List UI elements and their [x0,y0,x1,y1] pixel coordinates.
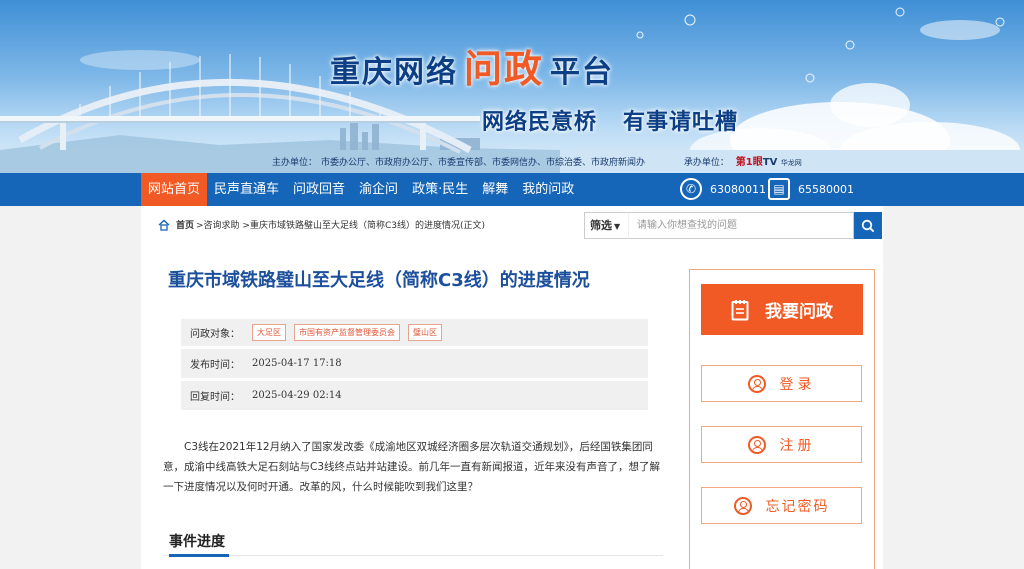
main-nav: 网站首页 民声直通车 问政回音 渝企问 政策·民生 解舞 我的问政 ✆ 6308… [0,173,1024,206]
target-tag[interactable]: 璧山区 [408,324,442,341]
targets-list: 大足区 市国有资产监督管理委员会 璧山区 [252,324,450,341]
logo-part-1: 第1眼 [735,157,763,168]
breadcrumb: 首页 >咨询求助 >重庆市域铁路璧山至大足线（简称C3线）的进度情况(正文) [158,218,485,231]
hotline-2: ▤ 65580001 [768,178,854,200]
user-icon [747,435,766,454]
site-title-highlight: 问政 [464,47,545,91]
reply-time: 2025-04-29 02:14 [252,390,342,401]
site-title-part2: 平台 [550,55,615,90]
nav-item-policy[interactable]: 政策·民生 [405,173,475,206]
breadcrumb-path: >咨询求助 >重庆市域铁路璧山至大足线（简称C3线）的进度情况(正文) [196,221,485,231]
user-icon [747,374,766,393]
nav-item-enterprise[interactable]: 渝企问 [352,173,405,206]
slogan-2: 有事请吐槽 [623,110,739,135]
forgot-password-button[interactable]: 忘记密码 [701,487,862,524]
logo-part-3: 华龙网 [780,159,802,167]
nav-item-explain[interactable]: 解舞 [475,173,515,206]
nav-item-mine[interactable]: 我的问政 [515,173,581,206]
site-title-part1: 重庆网络 [330,55,458,90]
nav-item-home[interactable]: 网站首页 [141,173,208,206]
register-button[interactable]: 注册 [701,426,862,463]
logo-part-2: TV [762,157,778,168]
hotline-1-number: 63080011 [710,182,766,196]
reply-label: 回复时间： [190,392,240,403]
nav-item-direct[interactable]: 民声直通车 [207,173,286,206]
publish-time: 2025-04-17 17:18 [252,358,342,369]
slogan: 网络民意桥 有事请吐槽 [482,104,738,136]
meta-reply: 回复时间： 2025-04-29 02:14 [181,381,648,410]
header-banner: 重庆网络 问政 平台 网络民意桥 有事请吐槽 主办单位： 市委办公厅、市政府办公厅、市委… [0,0,1024,173]
search-icon [861,219,875,232]
co-label: 承办单位： [683,158,729,168]
ask-question-label: 我要问政 [765,302,833,322]
login-label: 登录 [779,376,816,393]
co-organizer-logo: 第1眼TV 华龙网 [736,153,802,168]
notepad-icon [731,299,749,320]
target-tag[interactable]: 大足区 [252,324,286,341]
sponsor-label: 主办单位： [272,158,318,168]
search-filter[interactable]: 筛选 ▼ [584,212,628,239]
breadcrumb-home[interactable]: 首页 [176,218,194,231]
login-button[interactable]: 登录 [701,365,862,402]
search-button[interactable] [854,212,882,239]
caret-down-icon: ▼ [614,222,621,231]
targets-label: 问政对象： [190,329,240,340]
publish-label: 发布时间： [190,360,240,371]
progress-section-title: 事件进度 [169,534,225,550]
target-tag[interactable]: 市国有资产监督管理委员会 [294,324,400,341]
section-divider [163,555,663,556]
sponsor-orgs: 市委办公厅、市政府办公厅、市委宣传部、市委网信办、市综治委、市政府新闻办 [321,158,646,168]
article-body: C3线在2021年12月纳入了国家发改委《成渝地区双城经济圈多层次轨道交通规划》… [163,441,661,493]
hotline-2-number: 65580001 [798,182,854,196]
nav-items: 网站首页 民声直通车 问政回音 渝企问 政策·民生 解舞 我的问政 [141,173,581,206]
article-title: 重庆市域铁路璧山至大足线（简称C3线）的进度情况 [168,270,590,291]
site-title: 重庆网络 问政 平台 [330,38,614,93]
forgot-password-label: 忘记密码 [765,498,830,515]
phone-icon: ✆ [680,178,702,200]
hotline-1: ✆ 63080011 [680,178,766,200]
section-underline [169,554,229,557]
fax-icon: ▤ [768,178,790,200]
search-filter-label: 筛选 [590,219,612,232]
user-icon [733,496,752,515]
ask-question-button[interactable]: 我要问政 [701,284,863,335]
meta-publish: 发布时间： 2025-04-17 17:18 [181,349,648,378]
nav-item-replies[interactable]: 问政回音 [286,173,352,206]
search-input[interactable] [628,212,854,239]
meta-targets: 问政对象： 大足区 市国有资产监督管理委员会 璧山区 [181,319,648,346]
slogan-1: 网络民意桥 [482,110,598,135]
register-label: 注册 [779,437,816,454]
search-bar: 筛选 ▼ [584,212,882,239]
home-icon [158,219,170,231]
sponsor-line: 主办单位： 市委办公厅、市政府办公厅、市委宣传部、市委网信办、市综治委、市政府新闻… [272,153,802,168]
